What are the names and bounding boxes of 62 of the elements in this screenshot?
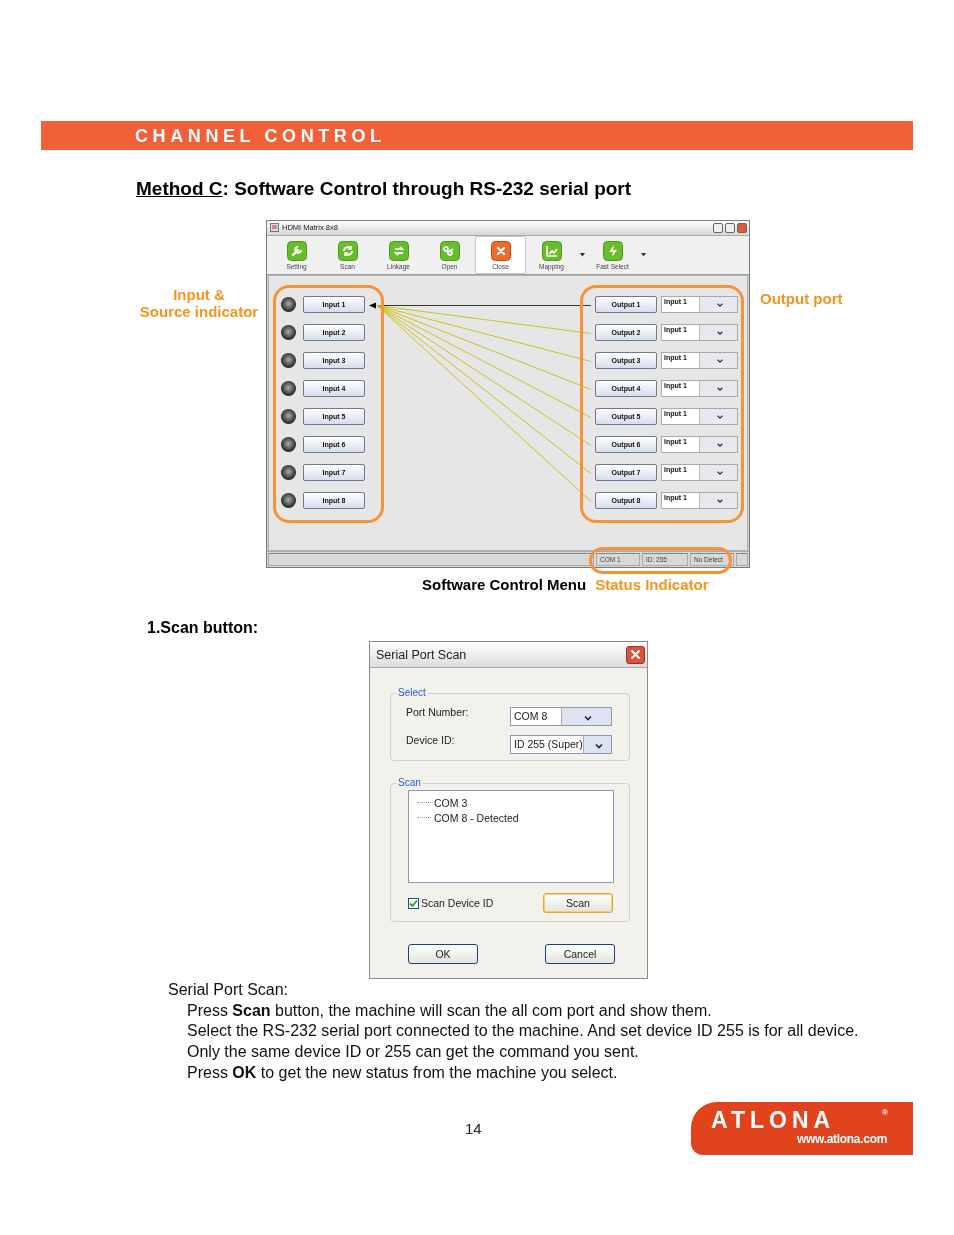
indicator-light <box>281 381 296 397</box>
chevron-down-icon[interactable] <box>715 329 724 338</box>
registered-mark: ® <box>882 1107 888 1117</box>
indicator-light <box>281 465 296 481</box>
resize-grip[interactable] <box>736 553 748 566</box>
field-label: Device ID: <box>406 734 456 746</box>
chevron-down-icon[interactable] <box>715 357 724 366</box>
figure-caption: Status Indicator <box>595 576 709 594</box>
lightning-icon <box>602 240 623 261</box>
page-number: 14 <box>465 1119 482 1137</box>
close-button[interactable] <box>737 222 747 233</box>
section-label: 1.Scan button: <box>147 619 259 636</box>
dropdown-field[interactable]: COM 8 <box>510 707 612 726</box>
indicator-light <box>281 409 296 425</box>
indicator-light <box>281 437 296 453</box>
callout-label: Input & Source indicator <box>138 286 260 320</box>
chevron-down-icon[interactable] <box>715 301 724 310</box>
scan-button[interactable]: Scan <box>543 893 613 913</box>
indicator-light <box>281 297 296 313</box>
website-url: www.atlona.com <box>797 1131 889 1146</box>
indicator-light <box>281 493 296 509</box>
group-label: Scan <box>396 777 423 788</box>
chevron-down-icon[interactable] <box>715 469 724 478</box>
ok-button[interactable]: OK <box>408 944 478 964</box>
chart-icon <box>541 240 562 261</box>
close-icon <box>490 240 511 261</box>
chevron-down-icon[interactable] <box>715 385 724 394</box>
group-label: Select <box>396 687 428 698</box>
callout-label: Output port <box>760 290 843 307</box>
dropdown-arrow-icon[interactable] <box>640 253 646 257</box>
app-icon <box>270 223 279 233</box>
circular-arrows-icon <box>337 240 358 261</box>
link-icon <box>439 240 460 261</box>
arrow-icon <box>369 302 376 309</box>
figure-caption: Software Control Menu <box>422 576 587 594</box>
page-heading: Method C: Software Control through RS-232 serial port <box>136 178 633 200</box>
indicator-light <box>281 353 296 369</box>
section-title: CHANNEL CONTROL <box>135 126 386 147</box>
swap-arrows-icon <box>388 240 409 261</box>
indicator-light <box>281 325 296 341</box>
chevron-down-icon[interactable] <box>715 413 724 422</box>
close-button[interactable] <box>626 645 645 664</box>
body-text: Serial Port Scan: <box>168 980 290 1000</box>
checkbox-label: Scan Device ID <box>421 897 494 909</box>
cancel-button[interactable]: Cancel <box>545 944 615 964</box>
logo-wordmark: ATLONA <box>711 1107 837 1132</box>
body-text: Only the same device ID or 255 can get the command you sent. <box>186 1042 640 1063</box>
checkbox[interactable] <box>408 897 419 909</box>
body-text: Press Scan button, the machine will scan the all com port and show them. <box>186 1000 713 1021</box>
dropdown-arrow-icon[interactable] <box>579 253 585 257</box>
body-text: Select the RS-232 serial port connected to the machine. And set device ID 255 is for all device. <box>186 1021 860 1042</box>
tree-item[interactable]: COM 8 - Detected <box>434 811 519 824</box>
body-text: Press OK to get the new status from the machine you select. <box>186 1062 619 1083</box>
field-label: Port Number: <box>406 706 470 718</box>
tree-item[interactable]: COM 3 <box>434 796 468 809</box>
chevron-down-icon[interactable] <box>715 441 724 450</box>
dialog-title: Serial Port Scan <box>376 647 468 662</box>
chevron-down-icon[interactable] <box>715 497 724 506</box>
dropdown-field[interactable]: ID 255 (Super) <box>510 735 612 754</box>
maximize-button[interactable] <box>725 222 735 233</box>
wrench-icon <box>286 240 307 261</box>
minimize-button[interactable] <box>713 222 723 233</box>
